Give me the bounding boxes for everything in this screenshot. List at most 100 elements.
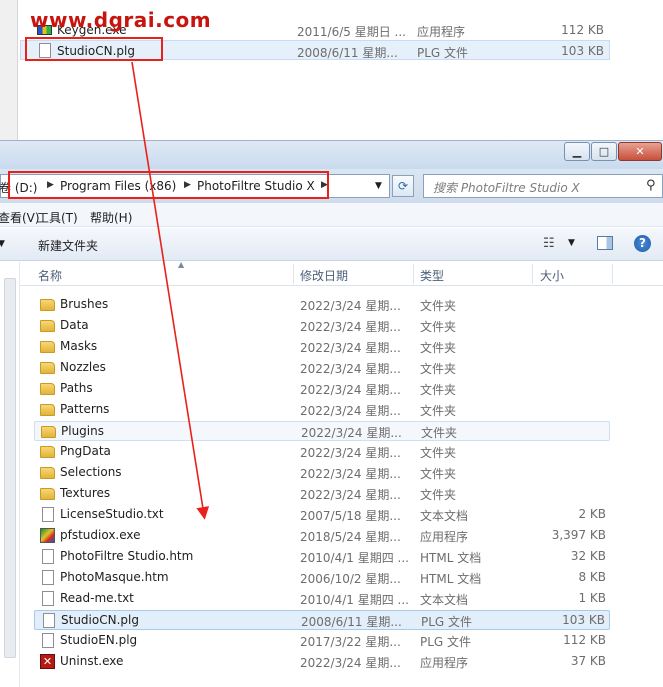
column-header-row: ▲ 名称 修改日期 类型 大小	[20, 260, 663, 286]
chevron-down-icon[interactable]: ▼	[375, 181, 382, 191]
column-divider[interactable]	[413, 264, 414, 284]
file-row[interactable]: PhotoFiltre Studio.htm 2010/4/1 星期四 ... HT…	[34, 547, 610, 567]
file-name: StudioCN.plg	[61, 613, 139, 627]
column-divider[interactable]	[612, 264, 613, 284]
sort-ascending-icon: ▲	[178, 260, 185, 269]
file-date: 2010/4/1 星期四 ...	[300, 551, 409, 565]
column-type[interactable]: 类型	[420, 267, 444, 284]
application-icon	[40, 528, 55, 543]
file-row[interactable]: Masks 2022/3/24 星期... 文件夹	[34, 337, 610, 357]
chevron-down-icon[interactable]: ▼	[568, 238, 575, 248]
search-input[interactable]: 搜索 PhotoFiltre Studio X ⚲	[423, 174, 663, 198]
file-name: Textures	[60, 486, 111, 500]
file-row[interactable]: Brushes 2022/3/24 星期... 文件夹	[34, 295, 610, 315]
folder-icon	[40, 488, 55, 500]
file-name: Masks	[60, 339, 98, 353]
file-type: 文件夹	[420, 488, 457, 502]
document-icon	[42, 633, 54, 648]
new-folder-button[interactable]: 新建文件夹	[38, 237, 98, 254]
file-type: 文件夹	[420, 467, 457, 481]
preview-pane-icon[interactable]	[597, 236, 613, 250]
watermark-text: www.dgrai.com	[30, 8, 212, 32]
file-date: 2022/3/24 星期...	[300, 320, 401, 334]
document-icon	[42, 591, 54, 606]
document-icon	[42, 507, 54, 522]
file-name: Nozzles	[60, 360, 106, 374]
file-name: LicenseStudio.txt	[60, 507, 164, 521]
file-row[interactable]: StudioCN.plg 2008/6/11 星期... PLG 文件 103 KB	[34, 610, 610, 630]
chevron-down-icon[interactable]: ▼	[0, 239, 5, 249]
file-name: PhotoMasque.htm	[60, 570, 169, 584]
file-row[interactable]: Paths 2022/3/24 星期... 文件夹	[34, 379, 610, 399]
column-size[interactable]: 大小	[540, 267, 564, 284]
menu-help[interactable]: 帮助(H)	[90, 209, 132, 226]
file-date: 2022/3/24 星期...	[300, 299, 401, 313]
view-options-icon[interactable]: ☷	[543, 236, 555, 251]
file-row[interactable]: PhotoMasque.htm 2006/10/2 星期... HTML 文档 8 K…	[34, 568, 610, 588]
file-date: 2022/3/24 星期...	[300, 467, 401, 481]
file-date: 2022/3/24 星期...	[301, 426, 402, 440]
file-type: 文件夹	[420, 362, 457, 376]
file-type: 文件夹	[420, 446, 457, 460]
refresh-button[interactable]: ⟳	[392, 175, 414, 197]
folder-icon	[40, 404, 55, 416]
file-row[interactable]: LicenseStudio.txt 2007/5/18 星期... 文本文档 2 KB	[34, 505, 610, 525]
file-name: Paths	[60, 381, 93, 395]
folder-icon	[40, 341, 55, 353]
file-row[interactable]: ✕ Uninst.exe 2022/3/24 星期... 应用程序 37 KB	[34, 652, 610, 672]
file-type: 文件夹	[420, 341, 457, 355]
file-name: StudioEN.plg	[60, 633, 138, 647]
minimize-button[interactable]: ▁	[564, 142, 590, 161]
file-type: 文件夹	[420, 299, 457, 313]
column-date[interactable]: 修改日期	[300, 267, 348, 284]
file-date: 2017/3/22 星期...	[300, 635, 401, 649]
file-name: Patterns	[60, 402, 110, 416]
file-size: 3,397 KB	[551, 528, 606, 542]
file-date: 2022/3/24 星期...	[300, 446, 401, 460]
file-row[interactable]: Textures 2022/3/24 星期... 文件夹	[34, 484, 610, 504]
file-row[interactable]: Plugins 2022/3/24 星期... 文件夹	[34, 421, 610, 441]
file-row[interactable]: Data 2022/3/24 星期... 文件夹	[34, 316, 610, 336]
file-date: 2022/3/24 星期...	[300, 341, 401, 355]
close-button[interactable]: ✕	[618, 142, 662, 161]
menu-view[interactable]: 查看(V)	[0, 209, 40, 226]
command-bar: ▼ 新建文件夹 ☷ ▼ ?	[0, 228, 663, 261]
file-date: 2010/4/1 星期四 ...	[300, 593, 409, 607]
file-row[interactable]: PngData 2022/3/24 星期... 文件夹	[34, 442, 610, 462]
nav-scrollbar[interactable]	[4, 278, 16, 658]
help-icon[interactable]: ?	[634, 235, 651, 252]
file-name: Data	[60, 318, 89, 332]
column-divider[interactable]	[293, 264, 294, 284]
uninstall-icon: ✕	[40, 654, 55, 669]
file-name: Read-me.txt	[60, 591, 134, 605]
document-icon	[42, 570, 54, 585]
column-divider[interactable]	[532, 264, 533, 284]
file-size: 37 KB	[570, 654, 606, 668]
file-date: 2022/3/24 星期...	[300, 362, 401, 376]
file-name: PhotoFiltre Studio.htm	[60, 549, 194, 563]
file-row[interactable]: pfstudiox.exe 2018/5/24 星期... 应用程序 3,397 KB	[34, 526, 610, 546]
folder-icon	[40, 446, 55, 458]
address-bar-area: 卷 (D:) ▶ Program Files (x86) ▶ PhotoFilt…	[0, 169, 663, 203]
file-name: Brushes	[60, 297, 109, 311]
file-row[interactable]: Nozzles 2022/3/24 星期... 文件夹	[34, 358, 610, 378]
file-date: 2022/3/24 星期...	[300, 383, 401, 397]
search-icon[interactable]: ⚲	[646, 178, 656, 193]
menu-tools[interactable]: 工具(T)	[37, 209, 78, 226]
file-type: 应用程序	[417, 25, 466, 39]
maximize-button[interactable]: □	[591, 142, 617, 161]
file-type: PLG 文件	[420, 635, 472, 649]
file-type: 文件夹	[420, 383, 457, 397]
column-name[interactable]: 名称	[38, 267, 62, 284]
document-icon	[42, 549, 54, 564]
file-date: 2022/3/24 星期...	[300, 656, 401, 670]
file-row[interactable]: StudioEN.plg 2017/3/22 星期... PLG 文件 112 KB	[34, 631, 610, 651]
navigation-pane	[0, 262, 20, 687]
folder-icon	[40, 362, 55, 374]
file-row[interactable]: Selections 2022/3/24 星期... 文件夹	[34, 463, 610, 483]
file-type: 文件夹	[421, 426, 458, 440]
file-row[interactable]: Patterns 2022/3/24 星期... 文件夹	[34, 400, 610, 420]
explorer-window: ▁ □ ✕ 卷 (D:) ▶ Program Files (x86) ▶ Pho…	[0, 140, 663, 687]
file-type: 应用程序	[420, 656, 469, 670]
file-row[interactable]: Read-me.txt 2010/4/1 星期四 ... 文本文档 1 KB	[34, 589, 610, 609]
